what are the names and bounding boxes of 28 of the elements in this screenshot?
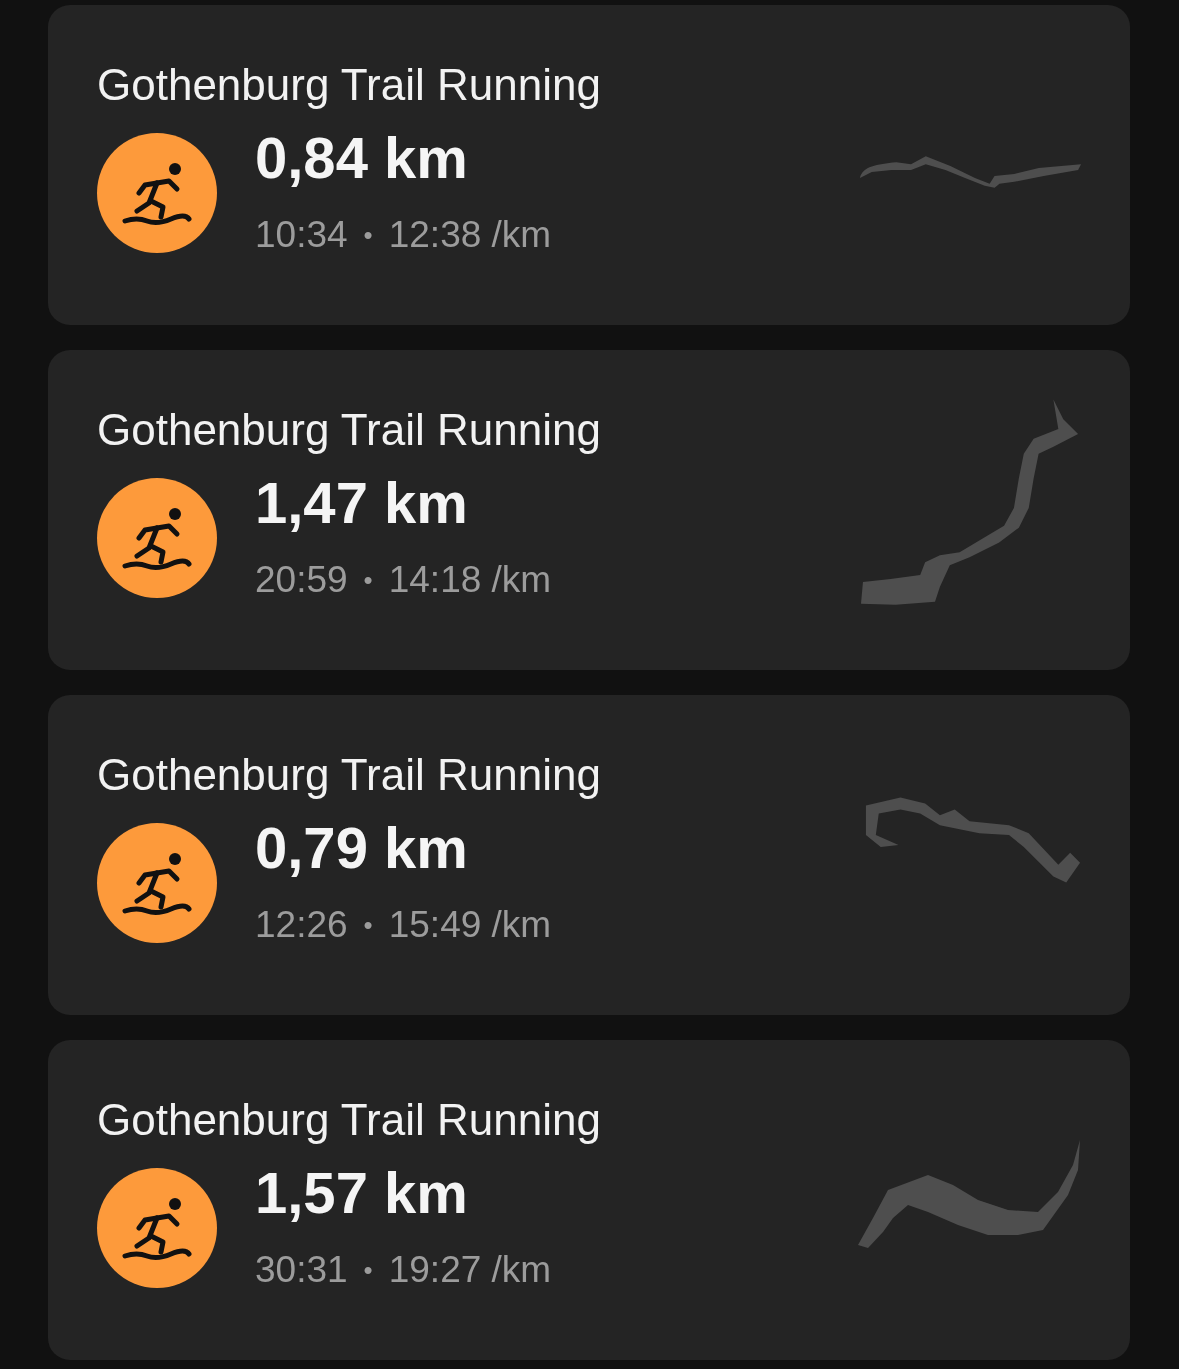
pace-text: 19:27 /km bbox=[388, 1248, 552, 1292]
activity-title: Gothenburg Trail Running bbox=[97, 404, 601, 456]
running-icon bbox=[97, 478, 217, 598]
activity-title: Gothenburg Trail Running bbox=[97, 59, 601, 111]
distance-value: 1,47 km bbox=[255, 469, 468, 537]
pace-text: 12:38 /km bbox=[388, 213, 552, 257]
distance-value: 0,84 km bbox=[255, 124, 468, 192]
separator-dot: • bbox=[363, 564, 373, 597]
separator-dot: • bbox=[363, 909, 373, 942]
duration-text: 20:59 bbox=[255, 558, 348, 602]
duration-text: 12:26 bbox=[255, 903, 348, 947]
duration-text: 30:31 bbox=[255, 1248, 348, 1292]
activity-card[interactable]: Gothenburg Trail Running 0,79 km 12:26 • 15:49 /km bbox=[48, 695, 1130, 1015]
running-icon bbox=[97, 823, 217, 943]
running-icon bbox=[97, 1168, 217, 1288]
activity-card[interactable]: Gothenburg Trail Running 1,47 km 20:59 • 14:18 /km bbox=[48, 350, 1130, 670]
activity-title: Gothenburg Trail Running bbox=[97, 749, 601, 801]
activity-card[interactable]: Gothenburg Trail Running 1,57 km 30:31 • 19:27 /km bbox=[48, 1040, 1130, 1360]
duration-text: 10:34 bbox=[255, 213, 348, 257]
separator-dot: • bbox=[363, 1254, 373, 1287]
distance-value: 1,57 km bbox=[255, 1159, 468, 1227]
activity-title: Gothenburg Trail Running bbox=[97, 1094, 601, 1146]
pace-text: 14:18 /km bbox=[388, 558, 552, 602]
activity-card[interactable]: Gothenburg Trail Running 0,84 km 10:34 • 12:38 /km bbox=[48, 5, 1130, 325]
separator-dot: • bbox=[363, 219, 373, 252]
pace-text: 15:49 /km bbox=[388, 903, 552, 947]
running-icon bbox=[97, 133, 217, 253]
distance-value: 0,79 km bbox=[255, 814, 468, 882]
